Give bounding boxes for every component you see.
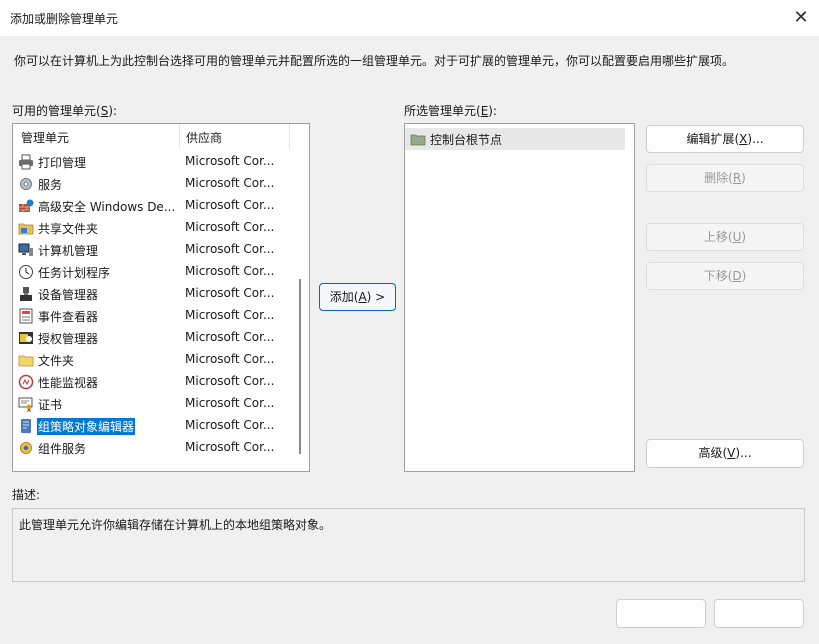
list-item-label: 组件服务 <box>38 442 87 456</box>
device-manager-icon <box>18 286 34 302</box>
authorization-icon <box>18 330 34 346</box>
list-item[interactable]: 事件查看器 Microsoft Cor... <box>13 305 293 327</box>
component-services-icon <box>18 440 34 456</box>
list-item[interactable]: 任务计划程序 Microsoft Cor... <box>13 261 293 283</box>
list-item-vendor: Microsoft Cor... <box>185 220 275 234</box>
list-item[interactable]: 性能监视器 Microsoft Cor... <box>13 371 293 393</box>
move-down-button[interactable]: 下移(D) <box>646 262 804 290</box>
list-item[interactable]: 文件夹 Microsoft Cor... <box>13 349 293 371</box>
list-item-label: 证书 <box>38 398 63 412</box>
computer-management-icon <box>18 242 34 258</box>
title-bar <box>0 0 819 36</box>
column-header-snapin[interactable]: 管理单元 <box>21 129 69 146</box>
list-item-vendor: Microsoft Cor... <box>185 330 275 344</box>
list-item[interactable]: 计算机管理 Microsoft Cor... <box>13 239 293 261</box>
list-item-vendor: Microsoft Cor... <box>185 264 275 278</box>
list-item-vendor: Microsoft Cor... <box>185 242 275 256</box>
intro-text: 你可以在计算机上为此控制台选择可用的管理单元并配置所选的一组管理单元。对于可扩展… <box>14 54 735 68</box>
printer-icon <box>18 154 34 170</box>
group-policy-icon <box>18 418 34 434</box>
list-item-vendor: Microsoft Cor... <box>185 154 275 168</box>
clock-icon <box>18 264 34 280</box>
list-item-vendor: Microsoft Cor... <box>185 198 275 212</box>
column-divider <box>289 124 290 148</box>
selected-snapins-list[interactable]: 控制台根节点 <box>404 123 635 472</box>
list-item[interactable]: 组件服务 Microsoft Cor... <box>13 437 293 459</box>
list-item[interactable]: 设备管理器 Microsoft Cor... <box>13 283 293 305</box>
advanced-button[interactable]: 高级(V)... <box>646 439 804 468</box>
list-item[interactable]: 组策略对象编辑器 Microsoft Cor... <box>13 415 293 437</box>
performance-monitor-icon <box>18 374 34 390</box>
move-up-button[interactable]: 上移(U) <box>646 223 804 251</box>
list-item-label: 授权管理器 <box>38 332 99 346</box>
cancel-button[interactable] <box>714 599 804 628</box>
list-item-vendor: Microsoft Cor... <box>185 286 275 300</box>
gear-icon <box>18 176 34 192</box>
available-snapins-list[interactable]: 管理单元 供应商 打印管理 Microsoft Cor... 服务 Microsoft… <box>12 123 310 472</box>
list-item-label: 性能监视器 <box>38 376 99 390</box>
folder-icon <box>410 131 426 147</box>
list-header: 管理单元 供应商 <box>13 124 309 148</box>
column-divider <box>179 124 180 148</box>
folder-icon <box>18 352 34 368</box>
list-item[interactable]: 打印管理 Microsoft Cor... <box>13 151 293 173</box>
list-item-label: 设备管理器 <box>38 288 99 302</box>
list-item-vendor: Microsoft Cor... <box>185 374 275 388</box>
list-item-vendor: Microsoft Cor... <box>185 176 275 190</box>
description-text: 此管理单元允许你编辑存储在计算机上的本地组策略对象。 <box>19 518 332 532</box>
list-item[interactable]: 共享文件夹 Microsoft Cor... <box>13 217 293 239</box>
list-item-label: 打印管理 <box>38 156 87 170</box>
event-viewer-icon <box>18 308 34 324</box>
certificate-icon <box>18 396 34 412</box>
list-item[interactable]: 证书 Microsoft Cor... <box>13 393 293 415</box>
list-item[interactable]: 控制台根节点 <box>405 128 625 150</box>
available-label: 可用的管理单元(S): <box>12 104 118 118</box>
list-item-label: 事件查看器 <box>38 310 99 324</box>
list-scrollbar-thumb[interactable] <box>299 279 301 454</box>
list-item-vendor: Microsoft Cor... <box>185 352 275 366</box>
list-item-vendor: Microsoft Cor... <box>185 418 275 432</box>
list-item-vendor: Microsoft Cor... <box>185 396 275 410</box>
firewall-icon <box>18 198 34 214</box>
edit-extensions-button[interactable]: 编辑扩展(X)... <box>646 125 804 153</box>
window-title: 添加或删除管理单元 <box>10 12 119 26</box>
description-box: 此管理单元允许你编辑存储在计算机上的本地组策略对象。 <box>12 508 805 582</box>
list-item-label: 计算机管理 <box>38 244 99 258</box>
remove-button[interactable]: 删除(R) <box>646 164 804 192</box>
list-item[interactable]: 授权管理器 Microsoft Cor... <box>13 327 293 349</box>
list-item-label: 任务计划程序 <box>38 266 111 280</box>
list-item-label: 共享文件夹 <box>38 222 99 236</box>
close-icon: ✕ <box>793 7 809 28</box>
list-item[interactable]: 服务 Microsoft Cor... <box>13 173 293 195</box>
column-header-vendor[interactable]: 供应商 <box>186 129 222 146</box>
list-item[interactable]: 高级安全 Windows De... Microsoft Cor... <box>13 195 293 217</box>
selected-label: 所选管理单元(E): <box>404 104 498 118</box>
ok-button[interactable] <box>616 599 706 628</box>
list-item-vendor: Microsoft Cor... <box>185 308 275 322</box>
list-item-vendor: Microsoft Cor... <box>185 440 275 454</box>
list-item-label: 高级安全 Windows De... <box>38 200 176 214</box>
description-label: 描述: <box>12 488 41 502</box>
list-item-label: 组策略对象编辑器 <box>37 418 136 435</box>
close-button[interactable]: ✕ <box>786 4 816 32</box>
list-item-label: 文件夹 <box>38 354 75 368</box>
shared-folder-icon <box>18 220 34 236</box>
list-item-label: 控制台根节点 <box>430 133 503 147</box>
list-item-label: 服务 <box>38 178 63 192</box>
add-button[interactable]: 添加(A) > <box>319 283 396 311</box>
